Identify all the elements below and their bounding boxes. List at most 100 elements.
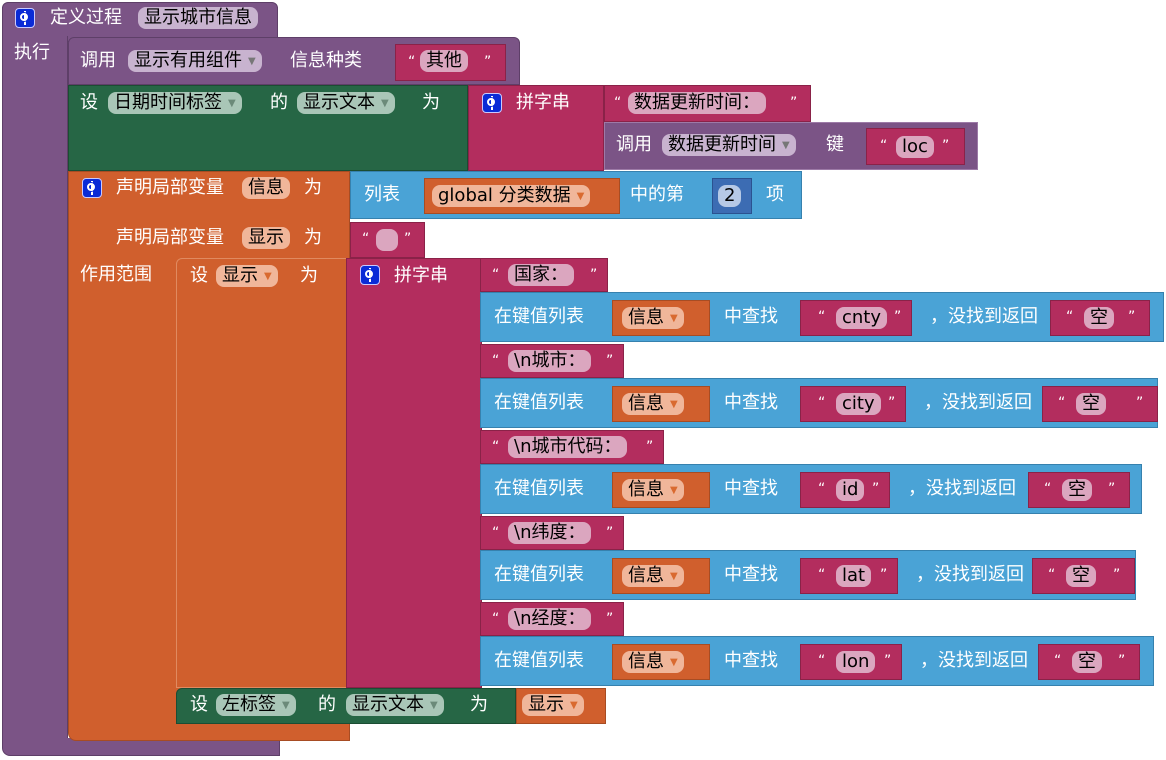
join-label: 拼字串 <box>516 92 570 113</box>
text-value-field[interactable] <box>376 229 398 251</box>
lookup-label: 在键值列表 <box>494 650 584 671</box>
quote-open: “ <box>614 95 622 111</box>
join-block-info[interactable] <box>346 258 482 688</box>
key-value-field[interactable]: lon <box>836 651 876 673</box>
join-label: 拼字串 <box>394 265 448 286</box>
text-value-field[interactable]: \n城市代码： <box>508 436 628 458</box>
not-found-label: ，没找到返回 <box>916 564 1024 585</box>
not-found-label: ，没找到返回 <box>930 306 1038 327</box>
quote-open: “ <box>1066 309 1074 325</box>
find-label: 中查找 <box>724 392 778 413</box>
dropdown-arrow-icon: ▼ <box>264 271 272 282</box>
variable-dropdown[interactable]: 显示 ▼ <box>216 265 278 287</box>
quote-open: “ <box>492 353 500 369</box>
to-label: 为 <box>422 92 440 113</box>
mutator-gear-icon[interactable] <box>82 178 102 198</box>
quote-close: ” <box>880 567 888 583</box>
dropdown-arrow-icon: ▼ <box>381 98 389 109</box>
procedure-dropdown[interactable]: 数据更新时间 ▼ <box>662 134 796 156</box>
quote-open: “ <box>492 611 500 627</box>
dropdown-arrow-icon: ▼ <box>576 191 585 202</box>
property-dropdown[interactable]: 显示文本 ▼ <box>346 694 444 716</box>
param-label: 信息种类 <box>290 50 362 71</box>
to-label: 为 <box>304 177 322 198</box>
local-var-name-field[interactable]: 显示 <box>242 227 290 249</box>
procedure-body-frame <box>2 36 68 754</box>
dict-var-dropdown-value: 信息 <box>628 565 664 586</box>
procedure-dropdown-value: 数据更新时间 <box>668 134 776 155</box>
of-label: 的 <box>318 694 336 715</box>
property-dropdown-value: 显示文本 <box>352 694 424 715</box>
dropdown-arrow-icon: ▼ <box>570 700 578 711</box>
variable-dropdown-value: 显示 <box>222 265 258 286</box>
text-value-field[interactable]: 其他 <box>420 50 468 72</box>
quote-open: “ <box>408 54 416 70</box>
default-value-field[interactable]: 空 <box>1084 307 1114 329</box>
dict-var-dropdown[interactable]: 信息 ▼ <box>622 479 684 501</box>
not-found-label: ，没找到返回 <box>920 650 1028 671</box>
quote-open: “ <box>492 525 500 541</box>
set-show-var-block[interactable] <box>176 258 348 688</box>
dict-var-dropdown[interactable]: 信息 ▼ <box>622 307 684 329</box>
item-label: 项 <box>766 184 784 205</box>
mutator-gear-icon[interactable] <box>482 93 502 113</box>
text-value-field[interactable]: 国家： <box>508 264 574 286</box>
quote-open: “ <box>880 138 888 154</box>
quote-close: ” <box>884 653 892 669</box>
number-value-field[interactable]: 2 <box>718 185 742 207</box>
dropdown-arrow-icon: ▼ <box>670 399 678 410</box>
declare-local-label: 声明局部变量 <box>116 177 224 198</box>
global-var-dropdown[interactable]: global 分类数据 ▼ <box>432 185 591 207</box>
quote-close: ” <box>606 353 614 369</box>
quote-open: “ <box>492 439 500 455</box>
procedure-name-field[interactable]: 显示城市信息 <box>138 7 258 29</box>
text-value-field[interactable]: \n纬度： <box>508 522 592 544</box>
call-label: 调用 <box>80 50 116 71</box>
quote-open: “ <box>818 481 826 497</box>
find-label: 中查找 <box>724 650 778 671</box>
dict-var-dropdown[interactable]: 信息 ▼ <box>622 565 684 587</box>
mutator-gear-icon[interactable] <box>360 265 380 285</box>
lookup-label: 在键值列表 <box>494 392 584 413</box>
variable-dropdown-value: 显示 <box>528 694 564 715</box>
lookup-label: 在键值列表 <box>494 306 584 327</box>
default-value-field[interactable]: 空 <box>1066 565 1096 587</box>
key-value-field[interactable]: city <box>836 393 881 415</box>
dict-var-dropdown[interactable]: 信息 ▼ <box>622 393 684 415</box>
key-value-field[interactable]: lat <box>836 565 872 587</box>
component-dropdown[interactable]: 左标签 ▼ <box>216 694 296 716</box>
quote-close: ” <box>590 267 598 283</box>
index-label: 中的第 <box>630 184 684 205</box>
quote-close: ” <box>1136 395 1144 411</box>
dropdown-arrow-icon: ▼ <box>430 700 438 711</box>
quote-close: ” <box>888 395 896 411</box>
property-dropdown[interactable]: 显示文本 ▼ <box>297 92 395 114</box>
to-label: 为 <box>470 694 488 715</box>
text-value-field[interactable]: loc <box>896 136 934 158</box>
component-dropdown[interactable]: 日期时间标签 ▼ <box>108 92 242 114</box>
variable-dropdown[interactable]: 显示 ▼ <box>522 694 584 716</box>
default-value-field[interactable]: 空 <box>1062 479 1092 501</box>
quote-open: “ <box>1048 567 1056 583</box>
define-procedure-label: 定义过程 <box>50 7 122 28</box>
text-value-field[interactable]: 数据更新时间： <box>628 92 766 114</box>
dict-var-dropdown[interactable]: 信息 ▼ <box>622 651 684 673</box>
declare-local-label: 声明局部变量 <box>116 227 224 248</box>
text-value-field[interactable]: \n城市： <box>508 350 592 372</box>
do-label: 执行 <box>14 42 50 63</box>
default-value-field[interactable]: 空 <box>1072 651 1102 673</box>
component-dropdown-value: 日期时间标签 <box>114 92 222 113</box>
not-found-label: ，没找到返回 <box>908 478 1016 499</box>
key-value-field[interactable]: id <box>836 479 865 501</box>
local-var-name-field[interactable]: 信息 <box>242 177 290 199</box>
quote-open: “ <box>1044 481 1052 497</box>
text-value-field[interactable]: \n经度： <box>508 608 592 630</box>
default-value-field[interactable]: 空 <box>1076 393 1106 415</box>
quote-close: ” <box>484 54 492 70</box>
dropdown-arrow-icon: ▼ <box>228 98 236 109</box>
key-value-field[interactable]: cnty <box>836 307 888 329</box>
quote-open: “ <box>362 231 370 247</box>
mutator-gear-icon[interactable] <box>15 8 35 28</box>
procedure-dropdown[interactable]: 显示有用组件 ▼ <box>128 50 262 72</box>
dropdown-arrow-icon: ▼ <box>670 571 678 582</box>
